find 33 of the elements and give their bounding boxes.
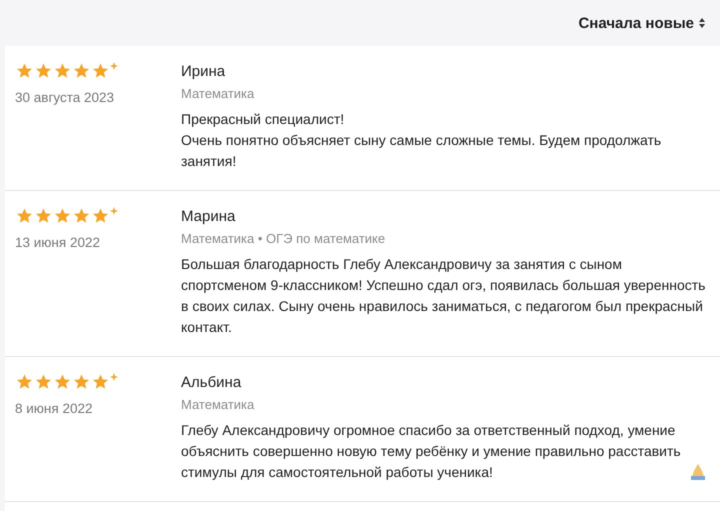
star-icon	[72, 373, 91, 391]
reviewer-name: Альбина	[181, 373, 242, 393]
star-icon	[15, 373, 34, 391]
star-icon	[53, 373, 72, 391]
star-icon	[34, 207, 53, 225]
star-icon	[34, 373, 53, 391]
star-icon	[72, 62, 91, 80]
review-text: Прекрасный специалист!	[181, 110, 344, 129]
sort-dropdown[interactable]: Сначала новые	[578, 14, 706, 32]
review-date: 30 августа 2023	[15, 90, 116, 105]
review-date: 8 июня 2022	[15, 401, 94, 416]
review-subjects: Математика	[181, 85, 256, 103]
sparkle-icon	[110, 207, 118, 215]
review-text: Глебу Александровичу огромное спасибо за ответственный подход, умение объяснить совершенно новую тему ребёнку и умение правильно расставить стимулы для самостоятельной работы ученика!	[181, 421, 682, 482]
reviewer-name: Ирина	[181, 62, 226, 82]
star-icon	[15, 62, 34, 80]
star-icon	[53, 62, 72, 80]
sparkle-icon	[110, 62, 118, 70]
star-icon	[15, 207, 34, 225]
star-icon	[91, 62, 110, 80]
review-date: 13 июня 2022	[15, 235, 101, 250]
star-icon	[91, 207, 110, 225]
review-text: Очень понятно объясняет сыну самые сложные темы. Будем продолжать занятия!	[181, 131, 662, 171]
sort-icon	[698, 18, 706, 28]
star-icon	[34, 62, 53, 80]
review-text: Большая благодарность Глебу Александровичу за занятия с сыном спортсменом 9-классником! Успешно сдал огэ, появилась большая уверенность в своих силах. Сыну очень нравилось заниматься, с педагогом был прекрасный контакт.	[181, 255, 706, 337]
reviewer-name: Марина	[181, 207, 236, 227]
star-icon	[53, 207, 72, 225]
review-subjects: Математика • ОГЭ по математике	[181, 230, 386, 248]
star-icon	[72, 207, 91, 225]
sparkle-icon	[110, 373, 118, 381]
review-subjects: Математика	[181, 396, 256, 414]
star-icon	[91, 373, 110, 391]
